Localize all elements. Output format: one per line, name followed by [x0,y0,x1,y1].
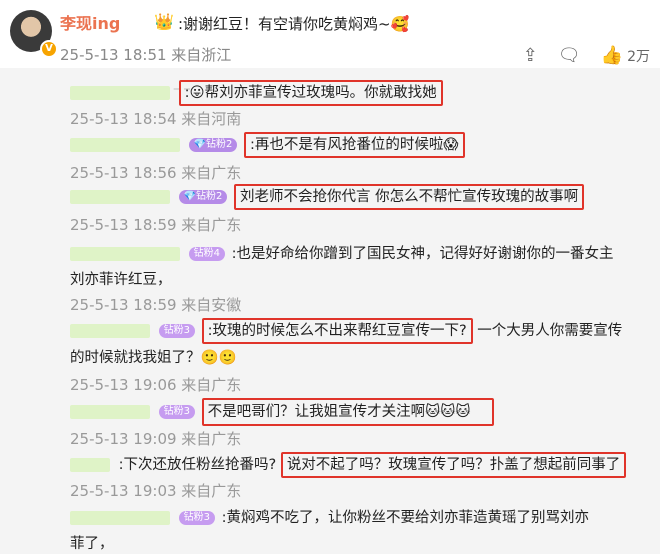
post-text: :谢谢红豆！有空请你吃黄焖鸡~🥰 [178,15,410,33]
like-count: 2万 [627,49,650,65]
reply-4: 钻粉4 :也是好命给你蹭到了国民女神，记得好好谢谢你的一番女主 [70,242,613,263]
highlight-box: 说对不起了吗？玫瑰宣传了吗？扑盖了想起前同事了 [280,452,627,478]
fan-badge: 钻粉3 [158,324,195,338]
masked-name [70,190,170,204]
main-post: V 李现ing 👑 :谢谢红豆！有空请你吃黄焖鸡~🥰 25-5-13 18:51… [0,0,660,69]
masked-name [70,511,170,525]
reply-meta: 25-5-13 19:03 来自广东 [70,482,242,500]
reply-1: :😛帮刘亦菲宣传过玫瑰吗。你就敢找她 [70,80,443,106]
fan-badge: 💎钻粉2 [178,190,228,204]
reply-4-cont: 刘亦菲许红豆， [70,272,172,288]
masked-name [70,458,110,472]
reply-text: 刘老师不会抢你代言 你怎么不帮忙宣传玫瑰的故事啊 [240,189,579,205]
reply-3: 💎钻粉2 刘老师不会抢你代言 你怎么不帮忙宣传玫瑰的故事啊 [70,184,585,210]
highlight-box: 不是吧哥们？让我姐宣传才关注啊🐱🐱🐱 [201,398,495,426]
fan-badge: 钻粉3 [158,405,195,419]
masked-name [70,138,180,152]
username[interactable]: 李现ing [60,10,120,34]
reply-meta: 25-5-13 19:09 来自广东 [70,430,242,448]
like-icon: 👍 [600,45,624,66]
post-actions: ⇪ 🗨 👍 2万 [523,44,650,68]
reply-2: 💎钻粉2 :再也不是有风抢番位的时候啦😱 [70,132,465,158]
fan-badge: 钻粉3 [178,511,215,525]
reply-text: :也是好命给你蹭到了国民女神，记得好好谢谢你的一番女主 [231,246,614,262]
reply-text-after: 一个大男人你需要宣传 [477,323,623,339]
reply-text: 不是吧哥们？让我姐宣传才关注啊🐱🐱🐱 [207,404,471,420]
reply-meta: 25-5-13 18:59 来自安徽 [70,296,242,314]
masked-name [70,324,150,338]
highlight-box: :再也不是有风抢番位的时候啦😱 [244,132,465,158]
masked-name [70,405,150,419]
masked-name [70,247,180,261]
masked-name [70,86,170,100]
highlight-box: :玫瑰的时候怎么不出来帮红豆宣传一下? [201,318,473,344]
share-icon[interactable]: ⇪ [523,46,538,66]
reply-text: :黄焖鸡不吃了，让你粉丝不要给刘亦菲造黄瑶了别骂刘亦 [221,510,589,526]
reply-meta: 25-5-13 18:56 来自广东 [70,164,242,182]
reply-panel: :😛帮刘亦菲宣传过玫瑰吗。你就敢找她 25-5-13 18:54 来自河南 💎钻… [0,68,660,554]
reply-text-before: :下次还放任粉丝抢番吗? [118,457,277,473]
reply-6: 钻粉3 不是吧哥们？让我姐宣传才关注啊🐱🐱🐱 [70,398,495,426]
fan-badge: 💎钻粉2 [188,138,238,152]
comment-icon[interactable]: 🗨 [558,46,581,66]
reply-meta: 25-5-13 18:54 来自河南 [70,110,242,128]
like-button[interactable]: 👍 2万 [601,46,650,66]
highlight-box: :😛帮刘亦菲宣传过玫瑰吗。你就敢找她 [178,80,443,106]
reply-5-cont: 的时候就找我姐了？🙂🙂 [70,350,237,366]
fan-badge: 钻粉4 [188,247,225,261]
reply-meta: 25-5-13 18:59 来自广东 [70,216,242,234]
reply-8-cont: 菲了， [70,536,114,552]
reply-text: :😛帮刘亦菲宣传过玫瑰吗。你就敢找她 [184,85,437,101]
reply-text: :玫瑰的时候怎么不出来帮红豆宣传一下? [207,323,467,339]
reply-text: :再也不是有风抢番位的时候啦😱 [250,137,459,153]
reply-7: :下次还放任粉丝抢番吗? 说对不起了吗？玫瑰宣传了吗？扑盖了想起前同事了 [70,452,627,478]
reply-5: 钻粉3 :玫瑰的时候怎么不出来帮红豆宣传一下? 一个大男人你需要宣传 [70,318,622,344]
verified-icon: V [40,40,58,58]
post-meta: 25-5-13 18:51 来自浙江 [60,46,232,64]
vip-crown-icon: 👑 [154,12,174,31]
reply-8: 钻粉3 :黄焖鸡不吃了，让你粉丝不要给刘亦菲造黄瑶了别骂刘亦 [70,506,589,527]
highlight-box: 刘老师不会抢你代言 你怎么不帮忙宣传玫瑰的故事啊 [234,184,585,210]
reply-meta: 25-5-13 19:06 来自广东 [70,376,242,394]
reply-text: 说对不起了吗？玫瑰宣传了吗？扑盖了想起前同事了 [286,457,621,473]
